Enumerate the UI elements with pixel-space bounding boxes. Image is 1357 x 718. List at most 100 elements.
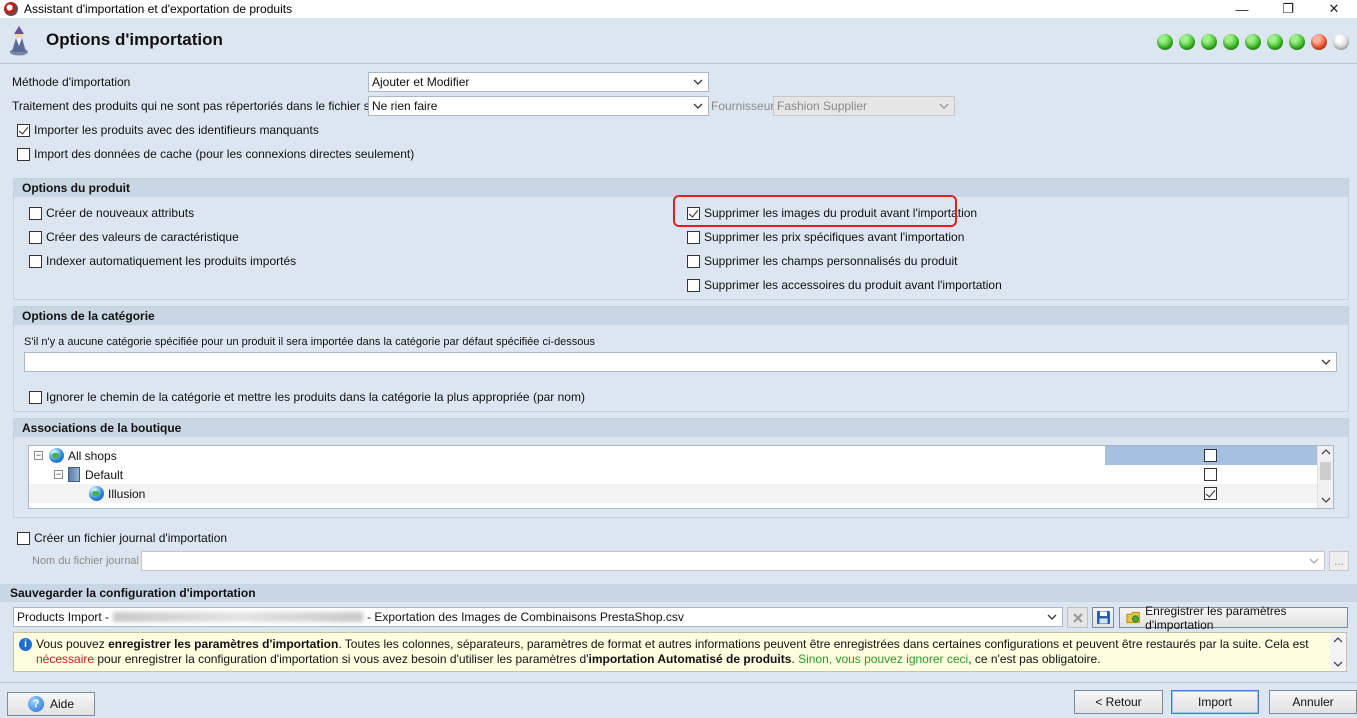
save-settings-icon (1126, 611, 1140, 624)
save-import-settings-button[interactable]: Enregistrer les paramètres d'importation (1119, 604, 1348, 632)
create-log-checkbox[interactable] (17, 531, 30, 545)
config-name-prefix: Products Import - (17, 610, 110, 624)
help-icon: ? (27, 696, 44, 712)
wizard-icon (10, 26, 28, 56)
delete-specific-prices-label: Supprimer les prix spécifiques avant l'i… (704, 230, 965, 244)
import-method-label: Méthode d'importation (12, 75, 131, 89)
chevron-down-icon (1309, 558, 1319, 564)
supplier-select[interactable]: Fashion Supplier (773, 96, 955, 116)
chevron-down-icon (1321, 359, 1331, 365)
delete-custom-fields-option[interactable]: Supprimer les champs personnalisés du pr… (687, 254, 957, 268)
help-button[interactable]: ? Aide (7, 692, 95, 716)
info-scrollbar[interactable] (1330, 633, 1346, 671)
create-attributes-checkbox[interactable] (29, 206, 42, 220)
config-name-suffix: - Exportation des Images de Combinaisons… (367, 610, 684, 624)
category-description: S'il n'y a aucune catégorie spécifiée po… (24, 336, 596, 348)
missing-ids-option[interactable]: Importer les produits avec des identifie… (17, 123, 319, 137)
cache-option[interactable]: Import des données de cache (pour les co… (17, 147, 414, 161)
category-options-header: Options de la catégorie (14, 307, 1348, 325)
untracked-products-value: Ne rien faire (372, 99, 438, 113)
minimize-button[interactable]: — (1219, 0, 1265, 18)
log-filename-input[interactable] (141, 551, 1325, 571)
globe-icon (49, 448, 64, 463)
delete-specific-prices-option[interactable]: Supprimer les prix spécifiques avant l'i… (687, 230, 964, 244)
floppy-disk-icon (1096, 611, 1110, 624)
missing-ids-label: Importer les produits avec des identifie… (34, 123, 319, 137)
tree-node-default[interactable]: − Default (29, 465, 1319, 484)
shop-group-icon (68, 467, 80, 482)
shop-tree[interactable]: − All shops − Default Illusion (28, 445, 1334, 509)
ignore-category-path-option[interactable]: Ignorer le chemin de la catégorie et met… (29, 390, 585, 404)
chevron-up-icon[interactable] (1333, 636, 1343, 644)
create-log-option[interactable]: Créer un fichier journal d'importation (17, 531, 227, 545)
app-icon (4, 2, 18, 16)
close-button[interactable]: ✕ (1311, 0, 1357, 18)
info-text-required: nécessaire (36, 652, 95, 666)
tree-scrollbar[interactable] (1317, 446, 1333, 508)
delete-accessories-option[interactable]: Supprimer les accessoires du produit ava… (687, 278, 1002, 292)
auto-index-option[interactable]: Indexer automatiquement les produits imp… (29, 254, 296, 268)
save-config-icon-button[interactable] (1092, 607, 1114, 628)
all-shops-checkbox[interactable] (1204, 449, 1217, 462)
ignore-category-path-label: Ignorer le chemin de la catégorie et met… (46, 390, 585, 404)
shop-associations-header: Associations de la boutique (14, 419, 1348, 437)
supplier-value: Fashion Supplier (777, 99, 868, 113)
default-category-select[interactable] (24, 352, 1337, 372)
chevron-down-icon (693, 79, 703, 85)
page-title: Options d'importation (46, 30, 223, 49)
window-title: Assistant d'importation et d'exportation… (24, 2, 293, 16)
tree-scroll-thumb[interactable] (1320, 462, 1331, 480)
missing-ids-checkbox[interactable] (17, 123, 30, 137)
delete-accessories-checkbox[interactable] (687, 278, 700, 292)
log-filename-label: Nom du fichier journal (32, 555, 139, 567)
save-config-header: Sauvegarder la configuration d'importati… (0, 584, 1357, 602)
default-group-checkbox[interactable] (1204, 468, 1217, 481)
create-attributes-label: Créer de nouveaux attributs (46, 206, 195, 220)
chevron-up-icon[interactable] (1321, 448, 1331, 456)
info-icon: i (19, 638, 32, 651)
info-text-bold: enregistrer les paramètres d'importation (108, 637, 339, 651)
auto-index-checkbox[interactable] (29, 254, 42, 268)
delete-specific-prices-checkbox[interactable] (687, 230, 700, 244)
auto-index-label: Indexer automatiquement les produits imp… (46, 254, 297, 268)
tree-node-all-shops[interactable]: − All shops (29, 446, 1319, 465)
import-method-value: Ajouter et Modifier (372, 75, 470, 89)
step-indicator (1201, 34, 1217, 50)
untracked-products-select[interactable]: Ne rien faire (368, 96, 709, 116)
step-indicator (1179, 34, 1195, 50)
maximize-button[interactable]: ❐ (1265, 0, 1311, 18)
delete-custom-fields-checkbox[interactable] (687, 254, 700, 268)
chevron-down-icon (693, 103, 703, 109)
chevron-down-icon[interactable] (1333, 660, 1343, 668)
highlight-annotation (673, 195, 957, 227)
tree-node-illusion[interactable]: Illusion (29, 484, 1319, 503)
collapse-icon[interactable]: − (34, 451, 43, 460)
chevron-down-icon[interactable] (1321, 496, 1331, 504)
ignore-category-path-checkbox[interactable] (29, 390, 42, 404)
create-feature-values-checkbox[interactable] (29, 230, 42, 244)
globe-icon (89, 486, 104, 501)
delete-accessories-label: Supprimer les accessoires du produit ava… (704, 278, 1002, 292)
import-button[interactable]: Import (1171, 690, 1259, 714)
untracked-products-label: Traitement des produits qui ne sont pas … (12, 99, 400, 113)
delete-config-button[interactable] (1067, 607, 1088, 628)
back-button[interactable]: < Retour (1074, 690, 1163, 714)
step-indicator (1333, 34, 1349, 50)
blurred-config-name (113, 612, 364, 622)
illusion-shop-checkbox[interactable] (1204, 487, 1217, 500)
cancel-button[interactable]: Annuler (1269, 690, 1357, 714)
chevron-down-icon (939, 103, 949, 109)
delete-icon (1072, 612, 1083, 623)
config-select[interactable]: Products Import - - Exportation des Imag… (13, 607, 1063, 627)
create-attributes-option[interactable]: Créer de nouveaux attributs (29, 206, 194, 220)
cache-checkbox[interactable] (17, 147, 30, 161)
import-method-select[interactable]: Ajouter et Modifier (368, 72, 709, 92)
create-feature-values-option[interactable]: Créer des valeurs de caractéristique (29, 230, 239, 244)
browse-log-button[interactable]: ... (1329, 551, 1349, 571)
wizard-steps (1157, 34, 1349, 50)
step-indicator (1223, 34, 1239, 50)
collapse-icon[interactable]: − (54, 470, 63, 479)
wizard-header: Options d'importation (0, 18, 1357, 64)
info-text: , ce n'est pas obligatoire. (968, 652, 1101, 666)
chevron-down-icon (1047, 614, 1057, 620)
